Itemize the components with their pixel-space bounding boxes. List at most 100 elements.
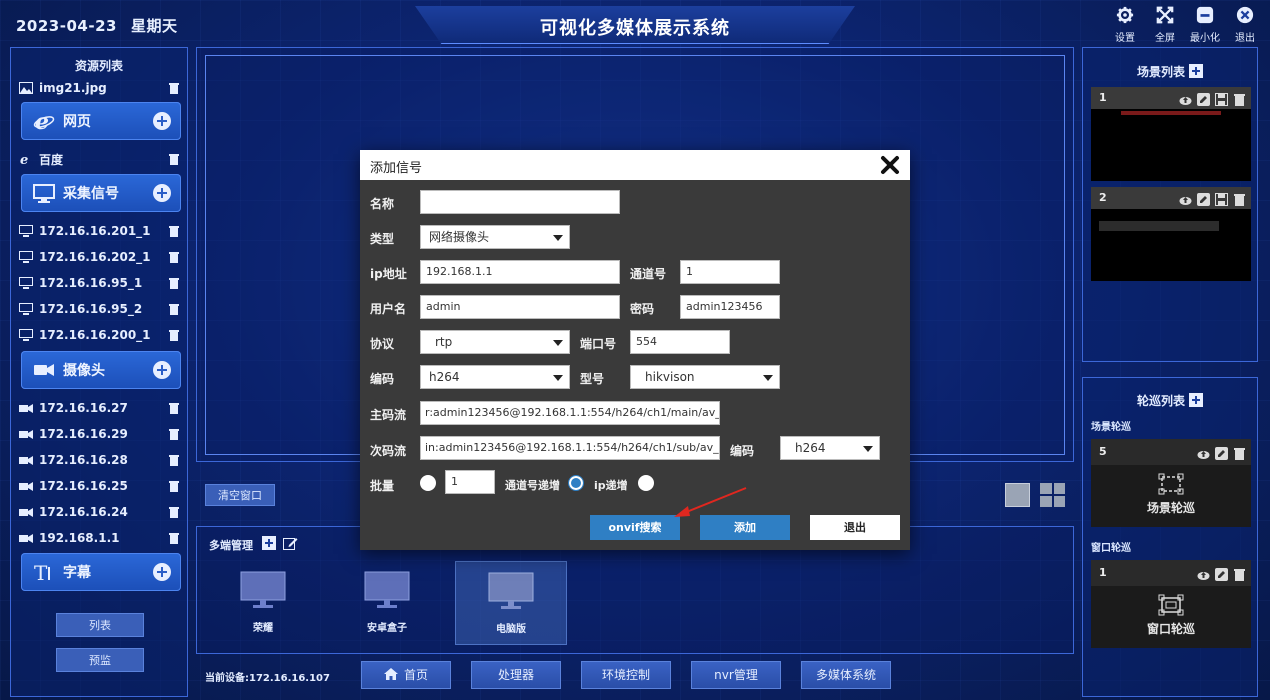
resource-item-label: 172.16.16.95_1 (39, 276, 143, 290)
resource-item-capture[interactable]: 172.16.16.201_1 (19, 222, 183, 240)
resource-item-camera[interactable]: 172.16.16.28 (19, 451, 183, 469)
trash-icon[interactable] (1233, 566, 1246, 581)
category-caption-button[interactable]: T 字幕 (21, 553, 181, 591)
resource-item-camera[interactable]: 172.16.16.24 (19, 503, 183, 521)
upload-icon[interactable] (1179, 191, 1192, 205)
trash-icon[interactable] (169, 153, 179, 165)
trash-icon[interactable] (1233, 191, 1246, 206)
trash-icon[interactable] (1233, 445, 1246, 460)
fullscreen-button[interactable]: 全屏 (1147, 6, 1183, 44)
batch-radio[interactable] (420, 475, 436, 491)
settings-button[interactable]: 设置 (1107, 6, 1143, 44)
trash-icon[interactable] (169, 428, 179, 440)
trash-icon[interactable] (169, 225, 179, 237)
name-input[interactable] (420, 190, 620, 214)
preview-button[interactable]: 预监 (56, 648, 144, 672)
trash-icon[interactable] (1233, 91, 1246, 106)
nav-processor-button[interactable]: 处理器 (471, 661, 561, 689)
device-card[interactable]: 安卓盒子 (331, 561, 443, 645)
port-input[interactable]: 554 (630, 330, 730, 354)
resource-item-camera[interactable]: 192.168.1.1 (19, 529, 183, 547)
device-card-active[interactable]: 电脑版 (455, 561, 567, 645)
trash-icon[interactable] (169, 532, 179, 544)
list-button[interactable]: 列表 (56, 613, 144, 637)
clear-window-button[interactable]: 清空窗口 (205, 484, 275, 506)
trash-icon[interactable] (169, 480, 179, 492)
trash-icon[interactable] (169, 329, 179, 341)
exit-button[interactable]: 退出 (1227, 6, 1263, 44)
ip-increment-radio[interactable] (638, 475, 654, 491)
monitor-icon (488, 572, 534, 609)
resource-item-camera[interactable]: 172.16.16.27 (19, 399, 183, 417)
resource-panel: 资源列表 img21.jpg e 网页 e 百度 采集信号 172.16.16.… (10, 47, 188, 697)
codec-select[interactable]: h264 (420, 365, 570, 389)
channel-input[interactable]: 1 (680, 260, 780, 284)
upload-icon[interactable] (1179, 91, 1192, 105)
sub-stream-input[interactable]: in:admin123456@192.168.1.1:554/h264/ch1/… (420, 436, 720, 460)
edit-icon[interactable] (1197, 191, 1210, 206)
upload-icon[interactable] (1197, 566, 1210, 580)
trash-icon[interactable] (169, 402, 179, 414)
nav-home-button[interactable]: 首页 (361, 661, 451, 689)
resource-item-capture[interactable]: 172.16.16.202_1 (19, 248, 183, 266)
add-icon[interactable] (153, 361, 171, 379)
model-select[interactable]: hikvison (630, 365, 780, 389)
password-input[interactable]: admin123456 (680, 295, 780, 319)
device-label: 荣耀 (253, 623, 273, 634)
resource-list[interactable]: img21.jpg e 网页 e 百度 采集信号 172.16.16.201_1… (11, 78, 189, 643)
add-icon[interactable] (153, 563, 171, 581)
resource-item-camera[interactable]: 172.16.16.29 (19, 425, 183, 443)
username-input[interactable]: admin (420, 295, 620, 319)
window-tour-card[interactable]: 1 窗口轮巡 (1091, 560, 1251, 648)
batch-count-input[interactable]: 1 (445, 470, 495, 494)
sub-codec-select[interactable]: h264 (780, 436, 880, 460)
protocol-select[interactable]: rtp (420, 330, 570, 354)
trash-icon[interactable] (169, 303, 179, 315)
resource-item-capture[interactable]: 172.16.16.200_1 (19, 326, 183, 344)
channel-increment-radio[interactable] (568, 475, 584, 491)
add-tour-icon[interactable] (1189, 393, 1203, 407)
model-label: 型号 (580, 372, 605, 386)
edit-icon[interactable] (1215, 445, 1228, 460)
device-card[interactable]: 荣耀 (207, 561, 319, 645)
category-web-button[interactable]: e 网页 (21, 102, 181, 140)
main-stream-input[interactable]: r:admin123456@192.168.1.1:554/h264/ch1/m… (420, 401, 720, 425)
date-display: 2023-04-23 星期天 (16, 15, 191, 36)
category-capture-button[interactable]: 采集信号 (21, 174, 181, 212)
ip-input[interactable]: 192.168.1.1 (420, 260, 620, 284)
add-icon[interactable] (153, 112, 171, 130)
save-icon[interactable] (1215, 91, 1228, 106)
layout-single-icon[interactable] (1005, 483, 1030, 507)
minimize-button[interactable]: 最小化 (1187, 6, 1223, 44)
nav-environment-button[interactable]: 环境控制 (581, 661, 671, 689)
add-icon[interactable] (153, 184, 171, 202)
resource-item-web[interactable]: e 百度 (19, 150, 183, 168)
fullscreen-icon (1156, 6, 1174, 24)
type-select[interactable]: 网络摄像头 (420, 225, 570, 249)
scene-card[interactable]: 2 (1091, 187, 1251, 281)
upload-icon[interactable] (1197, 445, 1210, 459)
category-camera-button[interactable]: 摄像头 (21, 351, 181, 389)
edit-icon[interactable] (1215, 566, 1228, 581)
trash-icon[interactable] (169, 277, 179, 289)
edit-icon[interactable] (283, 536, 298, 550)
edit-icon[interactable] (1197, 91, 1210, 106)
resource-item-capture[interactable]: 172.16.16.95_1 (19, 274, 183, 292)
close-icon[interactable] (880, 155, 900, 175)
trash-icon[interactable] (169, 251, 179, 263)
scene-card[interactable]: 1 (1091, 87, 1251, 181)
resource-item-camera[interactable]: 172.16.16.25 (19, 477, 183, 495)
save-icon[interactable] (1215, 191, 1228, 206)
resource-item-image[interactable]: img21.jpg (19, 79, 183, 97)
dialog-exit-button[interactable]: 退出 (810, 515, 900, 540)
scene-tour-card[interactable]: 5 场景轮巡 (1091, 439, 1251, 527)
nav-nvr-button[interactable]: nvr管理 (691, 661, 781, 689)
resource-item-capture[interactable]: 172.16.16.95_2 (19, 300, 183, 318)
add-scene-icon[interactable] (1189, 64, 1203, 78)
layout-quad-icon[interactable] (1040, 483, 1065, 507)
add-device-icon[interactable] (262, 536, 276, 550)
trash-icon[interactable] (169, 454, 179, 466)
trash-icon[interactable] (169, 82, 179, 94)
nav-multimedia-button[interactable]: 多媒体系统 (801, 661, 891, 689)
trash-icon[interactable] (169, 506, 179, 518)
